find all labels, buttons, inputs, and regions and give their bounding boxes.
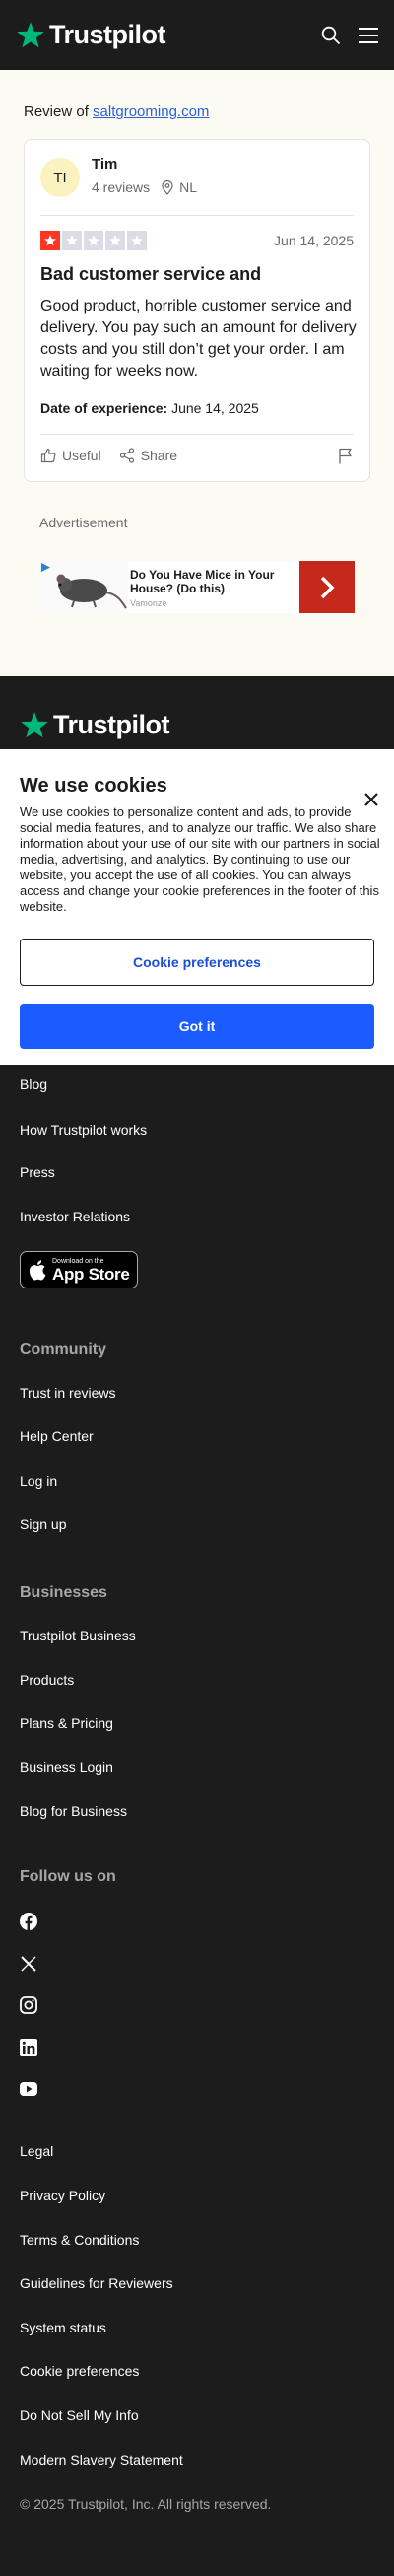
cookie-title: We use cookies bbox=[20, 775, 167, 797]
copyright: © 2025 Trustpilot, Inc. All rights reser… bbox=[20, 2496, 272, 2512]
chevron-right-icon bbox=[320, 576, 335, 598]
facebook-icon[interactable] bbox=[20, 1913, 37, 1930]
company-link[interactable]: saltgrooming.com bbox=[93, 104, 209, 120]
footer-link-press[interactable]: Press bbox=[20, 1164, 55, 1180]
share-button[interactable]: Share bbox=[119, 448, 177, 463]
star-logo-icon bbox=[21, 711, 48, 737]
search-icon[interactable] bbox=[321, 26, 341, 45]
footer-link-cookie-preferences[interactable]: Cookie preferences bbox=[20, 2363, 139, 2379]
x-icon[interactable] bbox=[20, 1955, 37, 1973]
divider bbox=[40, 215, 354, 216]
footer-link-trustpilot-business[interactable]: Trustpilot Business bbox=[20, 1628, 136, 1643]
cookie-preferences-button[interactable]: Cookie preferences bbox=[20, 939, 374, 986]
review-card: TI Tim 4 reviews NL Jun 14, 2025 Bad cus… bbox=[24, 139, 370, 482]
experience-date: June 14, 2025 bbox=[171, 400, 259, 416]
share-icon bbox=[119, 448, 134, 463]
menu-icon[interactable] bbox=[359, 27, 378, 44]
star-filled-icon bbox=[40, 231, 60, 250]
footer-trustpilot-logo[interactable]: Trustpilot bbox=[20, 710, 170, 740]
got-it-button[interactable]: Got it bbox=[20, 1004, 374, 1049]
review-title[interactable]: Bad customer service and bbox=[40, 264, 261, 285]
ad-image bbox=[39, 561, 128, 613]
reviewer-country: NL bbox=[179, 179, 198, 195]
footer-link-blog[interactable]: Blog bbox=[20, 1077, 47, 1092]
brand-name: Trustpilot bbox=[49, 20, 166, 49]
footer-link-investor-relations[interactable]: Investor Relations bbox=[20, 1209, 130, 1224]
mouse-icon bbox=[56, 574, 127, 609]
star-empty-icon bbox=[84, 231, 103, 250]
ad-source: Vamonze bbox=[130, 598, 167, 608]
star-empty-icon bbox=[105, 231, 125, 250]
date-of-experience: Date of experience: June 14, 2025 bbox=[40, 400, 259, 416]
footer-link-system-status[interactable]: System status bbox=[20, 2320, 106, 2335]
linkedin-icon[interactable] bbox=[20, 2039, 37, 2056]
advertisement-banner[interactable]: Do You Have Mice in Your House? (Do this… bbox=[39, 561, 355, 613]
star-empty-icon bbox=[127, 231, 147, 250]
footer-link-trust-in-reviews[interactable]: Trust in reviews bbox=[20, 1385, 116, 1401]
footer-link-legal[interactable]: Legal bbox=[20, 2143, 53, 2159]
footer-link-blog-for-business[interactable]: Blog for Business bbox=[20, 1803, 127, 1819]
app-store-badge[interactable]: Download on the App Store bbox=[20, 1251, 138, 1288]
footer-link-do-not-sell[interactable]: Do Not Sell My Info bbox=[20, 2407, 139, 2423]
cookie-text: We use cookies to personalize content an… bbox=[20, 804, 380, 914]
follow-heading: Follow us on bbox=[20, 1868, 116, 1885]
footer-link-business-login[interactable]: Business Login bbox=[20, 1759, 113, 1775]
avatar[interactable]: TI bbox=[40, 158, 80, 197]
footer-link-terms-conditions[interactable]: Terms & Conditions bbox=[20, 2232, 139, 2248]
businesses-heading: Businesses bbox=[20, 1584, 107, 1601]
instagram-icon[interactable] bbox=[20, 1996, 37, 2014]
ad-open-button[interactable] bbox=[299, 561, 355, 613]
useful-label: Useful bbox=[62, 448, 101, 463]
footer-brand-name: Trustpilot bbox=[53, 710, 170, 739]
star-logo-icon bbox=[17, 21, 44, 47]
experience-label: Date of experience: bbox=[40, 400, 168, 416]
share-label: Share bbox=[140, 448, 178, 463]
review-of-label: Review of bbox=[24, 104, 89, 120]
footer-link-how-trustpilot-works[interactable]: How Trustpilot works bbox=[20, 1122, 147, 1138]
site-header: Trustpilot bbox=[0, 0, 394, 70]
footer-link-products[interactable]: Products bbox=[20, 1672, 74, 1688]
trustpilot-logo[interactable]: Trustpilot bbox=[16, 20, 166, 50]
ad-title[interactable]: Do You Have Mice in Your House? (Do this… bbox=[130, 568, 297, 595]
advertisement-label: Advertisement bbox=[39, 515, 128, 530]
footer-link-log-in[interactable]: Log in bbox=[20, 1473, 57, 1489]
review-section: Review of saltgrooming.com TI Tim 4 revi… bbox=[0, 70, 394, 676]
useful-button[interactable]: Useful bbox=[40, 448, 101, 463]
community-heading: Community bbox=[20, 1341, 106, 1358]
flag-icon[interactable] bbox=[338, 448, 354, 469]
footer-link-plans-pricing[interactable]: Plans & Pricing bbox=[20, 1715, 113, 1731]
star-empty-icon bbox=[62, 231, 82, 250]
youtube-icon[interactable] bbox=[20, 2080, 37, 2098]
ad-info-icon[interactable] bbox=[41, 563, 50, 572]
star-rating bbox=[40, 231, 147, 250]
divider bbox=[40, 434, 354, 435]
footer-link-guidelines-for-reviewers[interactable]: Guidelines for Reviewers bbox=[20, 2275, 173, 2291]
footer-link-sign-up[interactable]: Sign up bbox=[20, 1516, 66, 1532]
reviewer-name[interactable]: Tim bbox=[92, 156, 117, 173]
footer-link-modern-slavery[interactable]: Modern Slavery Statement bbox=[20, 2452, 183, 2468]
review-body: Good product, horrible customer service … bbox=[40, 298, 357, 380]
footer-link-privacy-policy[interactable]: Privacy Policy bbox=[20, 2188, 105, 2203]
footer-link-help-center[interactable]: Help Center bbox=[20, 1428, 94, 1444]
cookie-banner: We use cookies We use cookies to persona… bbox=[0, 749, 394, 1065]
reviewer-meta: 4 reviews NL bbox=[92, 179, 197, 195]
review-count: 4 reviews bbox=[92, 179, 151, 195]
review-of-line: Review of saltgrooming.com bbox=[24, 104, 209, 120]
thumbs-up-icon bbox=[40, 448, 56, 463]
location-pin-icon bbox=[162, 179, 173, 195]
apple-icon bbox=[29, 1260, 46, 1281]
review-date: Jun 14, 2025 bbox=[274, 233, 354, 248]
app-store-big-text: App Store bbox=[52, 1264, 130, 1284]
